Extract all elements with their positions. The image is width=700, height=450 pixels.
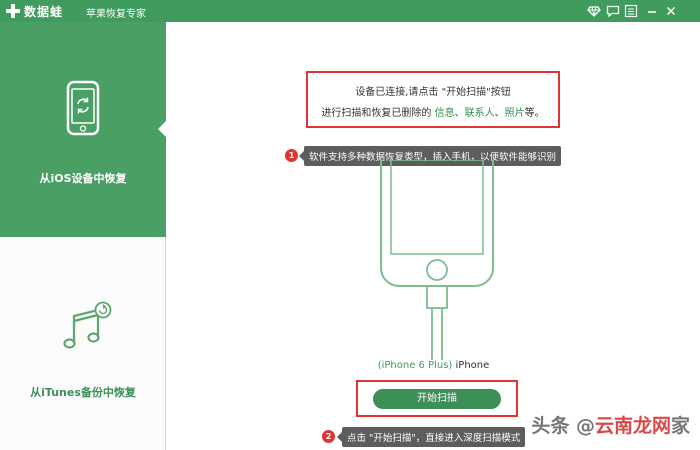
data-type-photos: 照片: [504, 108, 525, 119]
logo-cross-icon: [6, 4, 20, 18]
phone-sync-icon: [66, 80, 100, 140]
watermark-brand: 云南龙网: [594, 415, 671, 437]
menu-icon[interactable]: [623, 3, 639, 19]
step-badge-2: 2: [322, 430, 335, 443]
step-badge-1: 1: [285, 149, 298, 162]
data-type-messages: 信息: [434, 108, 455, 119]
app-product-name: 苹果恢复专家: [86, 9, 146, 20]
music-restore-icon: [60, 299, 116, 359]
data-type-contacts: 联系人: [464, 108, 495, 119]
watermark-suffix: 家: [670, 415, 690, 437]
close-icon[interactable]: [663, 3, 679, 19]
diamond-icon[interactable]: [586, 3, 602, 19]
scan-button-highlight: 开始扫描: [356, 380, 518, 417]
sidebar-item-ios-recovery[interactable]: 从iOS设备中恢复: [0, 22, 167, 237]
notice-line-2: 进行扫描和恢复已删除的 信息、联系人、照片等。: [308, 104, 558, 119]
notice-text: 等。: [524, 108, 545, 119]
notice-separator: 、: [454, 108, 465, 119]
title-bar: 数据蛙 苹果恢复专家: [0, 0, 700, 22]
sidebar: 从iOS设备中恢复 从iTunes备份中恢复: [0, 22, 167, 450]
device-label: (iPhone 6 Plus) iPhone: [167, 360, 700, 371]
sidebar-item-label: 从iTunes备份中恢复: [30, 386, 136, 399]
chat-icon[interactable]: [605, 3, 621, 19]
device-name: iPhone: [455, 360, 490, 371]
connection-notice: 设备已连接,请点击 "开始扫描"按钮 进行扫描和恢复已删除的 信息、联系人、照片…: [306, 71, 560, 128]
notice-line-1: 设备已连接,请点击 "开始扫描"按钮: [355, 87, 511, 98]
minimize-icon[interactable]: [644, 3, 660, 19]
start-scan-button[interactable]: 开始扫描: [373, 389, 501, 409]
sidebar-item-label: 从iOS设备中恢复: [39, 172, 127, 185]
notice-text: 进行扫描和恢复已删除的: [321, 108, 435, 119]
iphone-connected-illustration: [377, 159, 497, 364]
watermark-prefix: 头条 @: [531, 415, 595, 437]
app-brand: 数据蛙: [24, 5, 64, 19]
watermark: 头条 @云南龙网家: [531, 411, 690, 438]
tip-callout-2: 点击 "开始扫描"，直接进入深度扫描模式: [336, 427, 526, 447]
notice-separator: 、: [494, 108, 505, 119]
main-panel: 设备已连接,请点击 "开始扫描"按钮 进行扫描和恢复已删除的 信息、联系人、照片…: [167, 22, 700, 450]
device-model: (iPhone 6 Plus): [377, 360, 453, 371]
active-indicator-arrow: [158, 120, 167, 138]
